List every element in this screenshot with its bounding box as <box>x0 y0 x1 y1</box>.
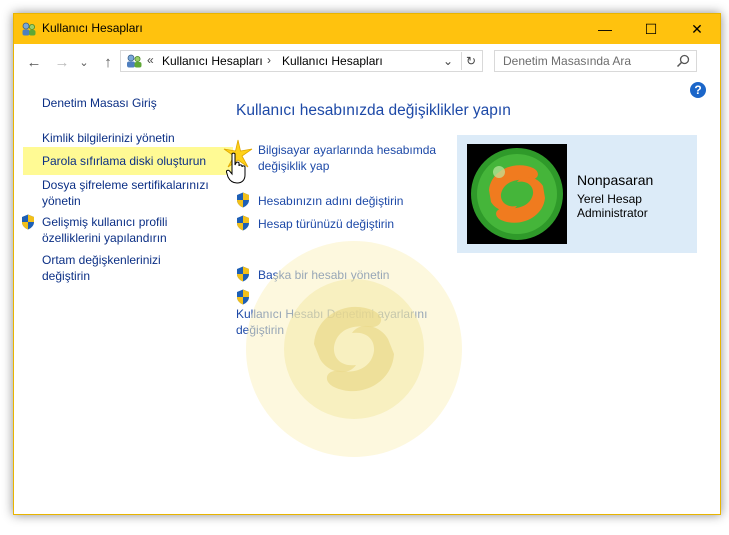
account-name: Nonpasaran <box>577 172 654 188</box>
sidebar-item-advanced-user-profile[interactable]: Gelişmiş kullanıcı profili özelliklerini… <box>42 214 192 246</box>
breadcrumb-item[interactable]: Kullanıcı Hesapları <box>162 54 263 68</box>
sidebar-item-manage-credentials[interactable]: Kimlik bilgilerinizi yönetin <box>42 130 175 146</box>
users-icon <box>127 54 142 68</box>
computer-settings-account-link[interactable]: Bilgisayar ayarlarında hesabımda değişik… <box>258 142 448 174</box>
address-bar[interactable]: « Kullanıcı Hesapları › Kullanıcı Hesapl… <box>120 50 483 72</box>
manage-another-account-link[interactable]: Başka bir hesabı yönetin <box>258 267 389 283</box>
back-button[interactable]: ← <box>24 52 44 72</box>
search-icon[interactable] <box>675 53 691 69</box>
address-overflow-chevron[interactable]: « <box>147 53 154 67</box>
account-type: Yerel Hesap <box>577 192 642 206</box>
minimize-button[interactable]: — <box>582 14 628 44</box>
breadcrumb-separator[interactable]: › <box>267 53 271 67</box>
search-box[interactable]: Denetim Masasında Ara <box>494 50 697 72</box>
sidebar-item-environment-variables[interactable]: Ortam değişkenlerinizi değiştirin <box>42 252 192 284</box>
account-profile-panel: Nonpasaran Yerel Hesap Administrator <box>457 135 697 253</box>
account-role: Administrator <box>577 206 648 220</box>
uac-settings-link[interactable]: Kullanıcı Hesabı Denetimi ayarlarını değ… <box>236 306 436 338</box>
user-accounts-window: Kullanıcı Hesapları — ☐ ✕ ← → ⌄ ↑ « Kull… <box>13 13 721 515</box>
up-button[interactable]: ↑ <box>98 52 118 72</box>
shield-icon <box>237 192 249 208</box>
search-placeholder: Denetim Masasında Ara <box>503 54 632 68</box>
sidebar-item-password-reset-disk[interactable]: Parola sıfırlama diski oluşturun <box>42 153 206 169</box>
refresh-button[interactable]: ↻ <box>461 52 480 70</box>
change-account-type-link[interactable]: Hesap türünüzü değiştirin <box>258 216 394 232</box>
hand-cursor-icon <box>226 152 246 184</box>
shield-icon <box>237 289 249 305</box>
title-bar[interactable]: Kullanıcı Hesapları — ☐ ✕ <box>14 14 720 44</box>
users-icon <box>22 22 36 36</box>
forward-button[interactable]: → <box>52 52 72 72</box>
avatar[interactable] <box>467 144 567 244</box>
shield-icon <box>237 266 249 282</box>
shield-icon <box>237 215 249 231</box>
control-panel-home-link[interactable]: Denetim Masası Giriş <box>42 95 157 111</box>
recent-locations-button[interactable]: ⌄ <box>74 52 94 72</box>
maximize-button[interactable]: ☐ <box>628 14 674 44</box>
shield-icon <box>22 214 34 230</box>
close-button[interactable]: ✕ <box>674 14 720 44</box>
window-title: Kullanıcı Hesapları <box>42 21 143 35</box>
help-button[interactable]: ? <box>690 82 706 98</box>
sidebar-item-file-encryption-certificates[interactable]: Dosya şifreleme sertifikalarınızı yöneti… <box>42 177 222 209</box>
navigation-bar: ← → ⌄ ↑ « Kullanıcı Hesapları › Kullanıc… <box>14 44 720 80</box>
change-account-name-link[interactable]: Hesabınızın adını değiştirin <box>258 193 403 209</box>
address-dropdown-button[interactable]: ⌄ <box>439 52 457 70</box>
page-title: Kullanıcı hesabınızda değişiklikler yapı… <box>236 102 511 119</box>
breadcrumb-item[interactable]: Kullanıcı Hesapları <box>282 54 383 68</box>
